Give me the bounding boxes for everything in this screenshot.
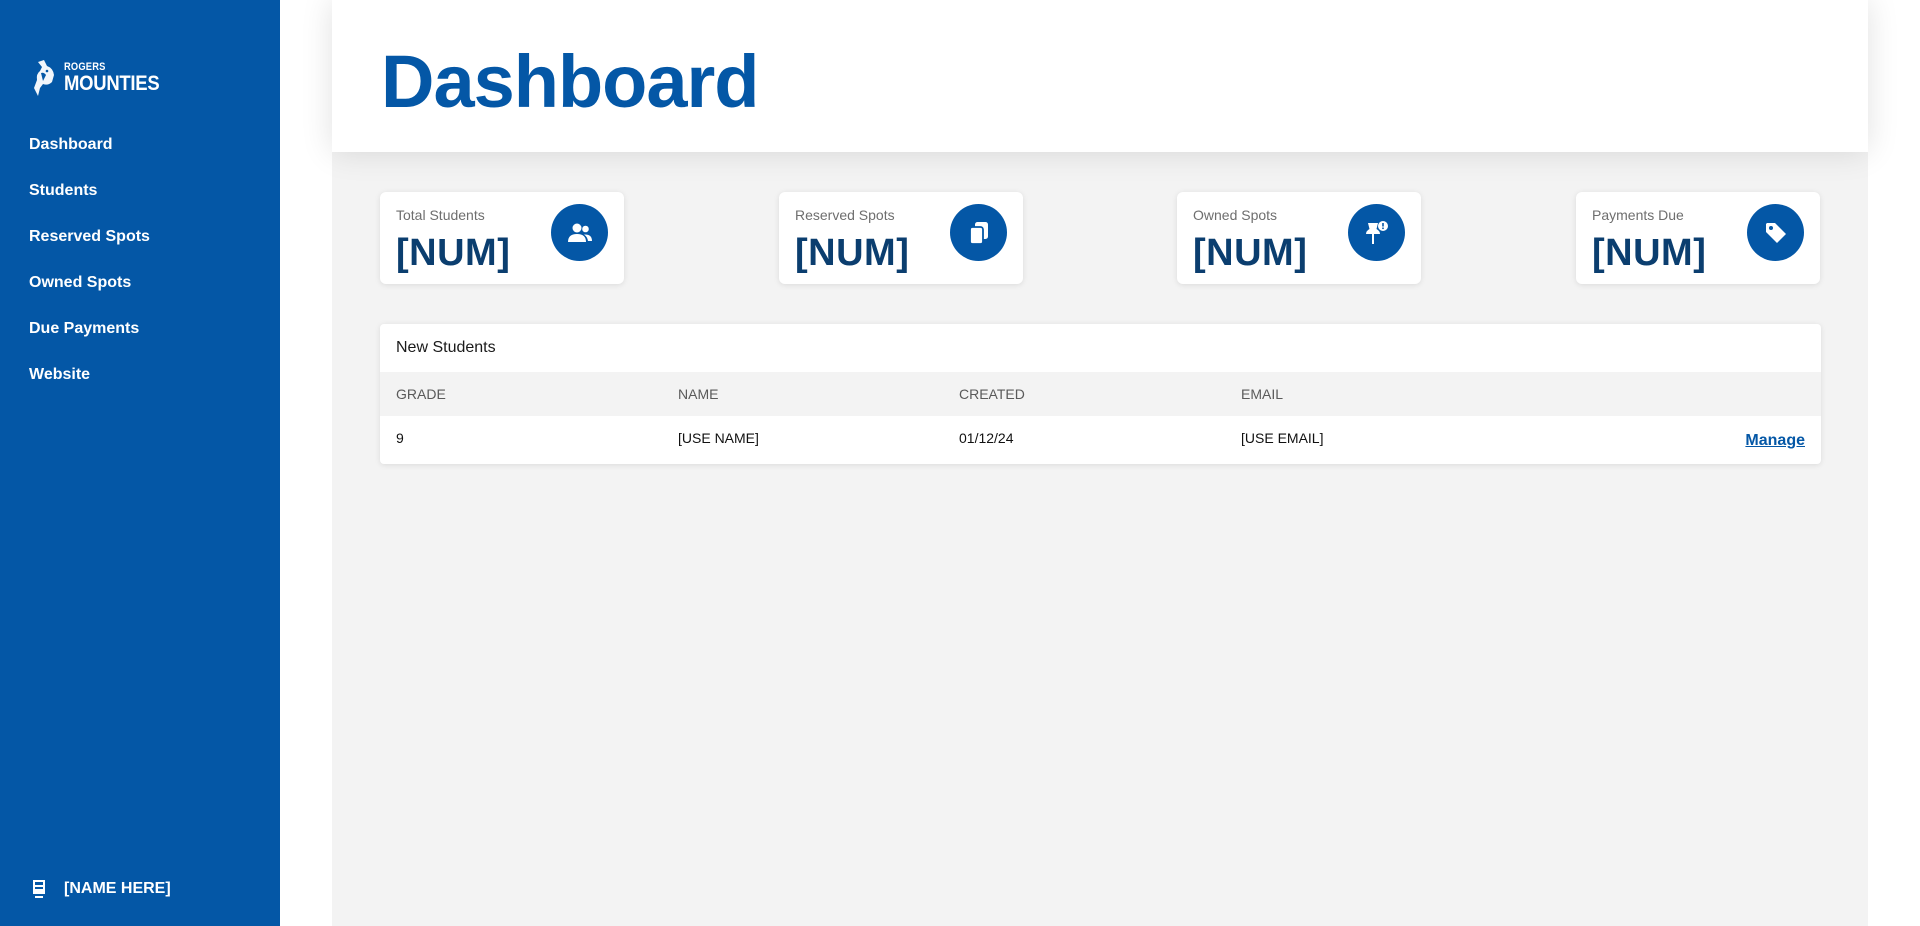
manage-link[interactable]: Manage	[1745, 432, 1805, 450]
stat-value: [NUM]	[1193, 232, 1308, 274]
column-header-grade: GRADE	[396, 386, 446, 402]
user-avatar-icon	[33, 880, 45, 898]
rogers-mounties-logo[interactable]: ROGERS MOUNTIES	[28, 58, 172, 98]
copy-icon	[950, 204, 1007, 261]
users-icon	[551, 204, 608, 261]
stat-label: Owned Spots	[1193, 207, 1278, 223]
column-header-email: EMAIL	[1241, 386, 1284, 402]
push-pin-icon	[1348, 204, 1405, 261]
stat-label: Payments Due	[1592, 207, 1684, 223]
user-name: [NAME HERE]	[64, 880, 171, 897]
cell-email: [USE EMAIL]	[1241, 430, 1324, 446]
sidebar-item-students[interactable]: Students	[29, 179, 150, 225]
stat-card-payments-due: Payments Due [NUM]	[1576, 192, 1820, 284]
stat-value: [NUM]	[795, 232, 910, 274]
table-row: 9 [USE NAME] 01/12/24 [USE EMAIL] Manage	[380, 416, 1821, 464]
cell-name: [USE NAME]	[678, 430, 759, 446]
stat-value: [NUM]	[396, 232, 511, 274]
stat-card-reserved-spots: Reserved Spots [NUM]	[779, 192, 1023, 284]
logo-team-name: MOUNTIES	[64, 72, 160, 95]
tag-icon	[1747, 204, 1804, 261]
stat-card-total-students: Total Students [NUM]	[380, 192, 624, 284]
new-students-panel: New Students GRADE NAME CREATED EMAIL 9 …	[380, 324, 1821, 464]
sidebar-nav: Dashboard Students Reserved Spots Owned …	[29, 133, 150, 409]
page-header: Dashboard	[332, 0, 1868, 152]
mountie-horse-icon	[34, 60, 54, 96]
sidebar-item-dashboard[interactable]: Dashboard	[29, 133, 150, 179]
sidebar-item-website[interactable]: Website	[29, 363, 150, 409]
sidebar-item-due-payments[interactable]: Due Payments	[29, 317, 150, 363]
sidebar-item-reserved-spots[interactable]: Reserved Spots	[29, 225, 150, 271]
sidebar-item-owned-spots[interactable]: Owned Spots	[29, 271, 150, 317]
stat-card-owned-spots: Owned Spots [NUM]	[1177, 192, 1421, 284]
main-content: Dashboard Total Students [NUM] Reserved …	[332, 0, 1868, 926]
stat-label: Total Students	[396, 207, 485, 223]
panel-title: New Students	[396, 339, 496, 356]
sidebar: ROGERS MOUNTIES Dashboard Students Reser…	[0, 0, 280, 926]
stat-label: Reserved Spots	[795, 207, 895, 223]
column-header-created: CREATED	[959, 386, 1025, 402]
stat-value: [NUM]	[1592, 232, 1707, 274]
cell-created: 01/12/24	[959, 430, 1014, 446]
user-profile[interactable]: [NAME HERE]	[32, 879, 171, 899]
cell-grade: 9	[396, 430, 404, 446]
column-header-name: NAME	[678, 386, 719, 402]
page-title: Dashboard	[381, 40, 760, 123]
table-header: GRADE NAME CREATED EMAIL	[380, 372, 1821, 416]
